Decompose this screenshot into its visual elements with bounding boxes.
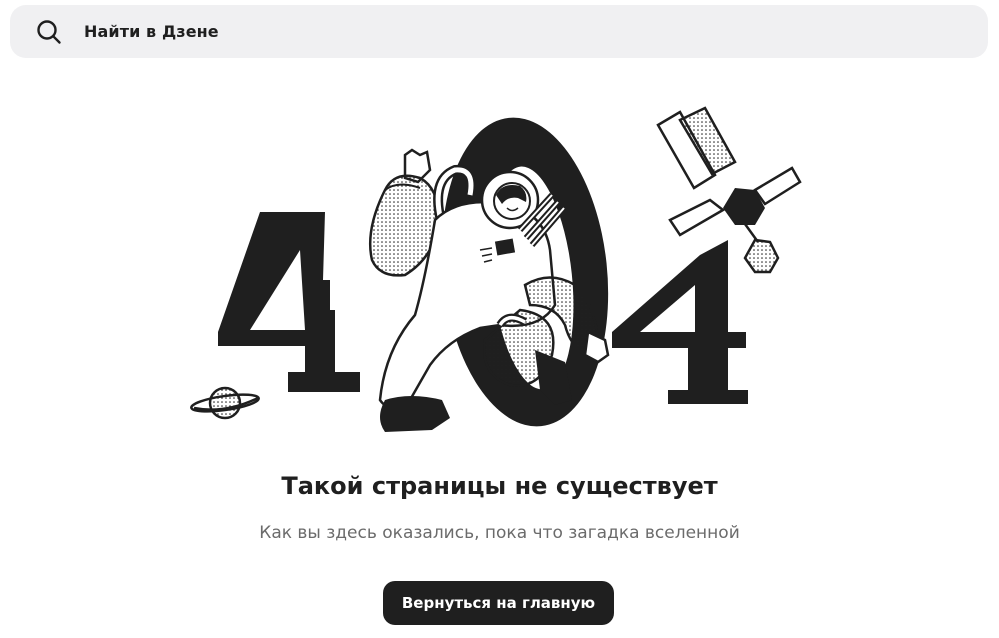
digit-four-left [218,212,360,392]
page-title: Такой страницы не существует [281,472,718,500]
search-input[interactable]: Найти в Дзене [84,22,219,41]
back-home-button[interactable]: Вернуться на главную [383,581,614,625]
page-subtitle: Как вы здесь оказались, пока что загадка… [259,523,740,543]
search-icon [36,19,62,45]
search-bar[interactable]: Найти в Дзене [10,5,988,58]
404-illustration [190,106,802,432]
planet-icon [190,386,260,420]
satellite-icon [656,106,802,274]
digit-four-right [612,240,748,404]
